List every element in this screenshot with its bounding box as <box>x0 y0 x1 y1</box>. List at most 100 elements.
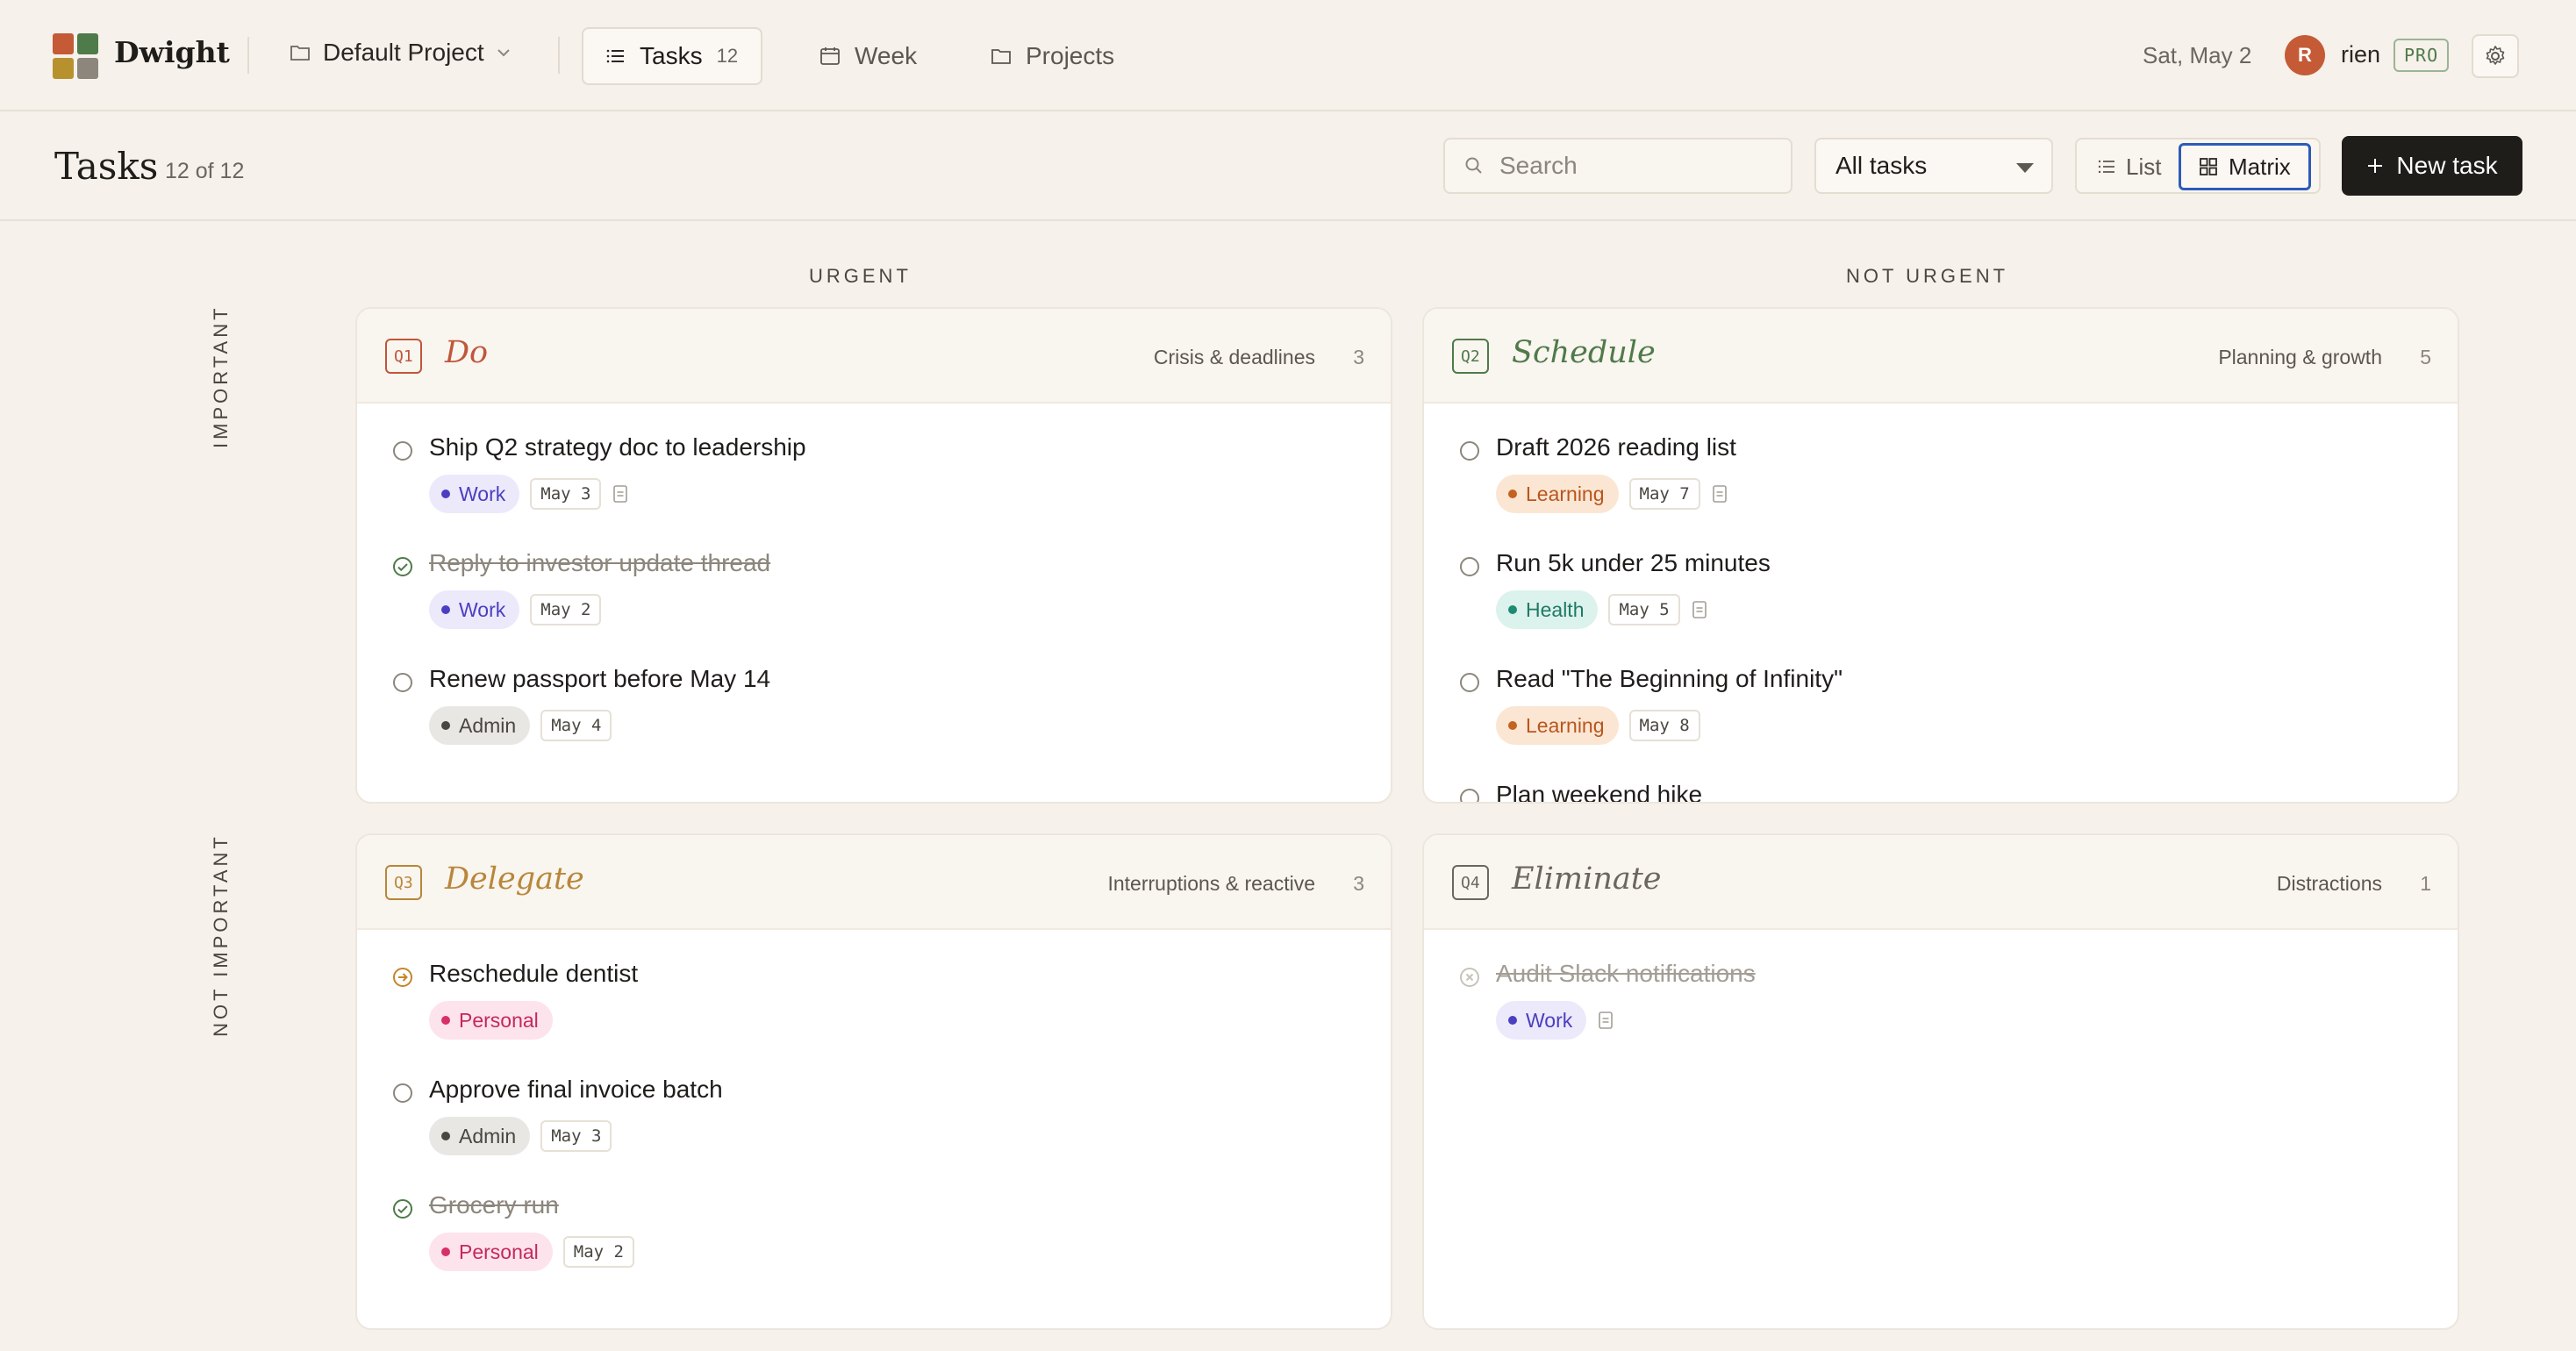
current-date: Sat, May 2 <box>2143 42 2252 68</box>
tag-label: Health <box>1526 597 1585 621</box>
quadrant-title: Eliminate <box>1512 861 1662 897</box>
view-matrix-button[interactable]: Matrix <box>2179 143 2311 190</box>
task-item[interactable]: Audit Slack notifications Work <box>1424 930 2458 1046</box>
x-circle-icon[interactable] <box>1459 967 1480 988</box>
task-item[interactable]: Draft 2026 reading list Learning May 7 <box>1424 404 2458 519</box>
app-logo[interactable] <box>53 33 98 79</box>
tag-dot-icon <box>1508 721 1517 730</box>
tag-label: Work <box>1526 1008 1573 1032</box>
tag-dot-icon <box>441 605 450 614</box>
task-title[interactable]: Draft 2026 reading list <box>1496 433 1736 461</box>
avatar[interactable]: R <box>2285 35 2325 75</box>
task-count: 12 of 12 <box>165 159 245 183</box>
task-item[interactable]: Reschedule dentist Personal <box>357 930 1391 1046</box>
tab-week[interactable]: Week <box>797 27 940 85</box>
tag-dot-icon <box>1508 490 1517 498</box>
tag-dot-icon <box>441 490 450 498</box>
checkbox-circle-icon[interactable] <box>1459 788 1480 804</box>
task-item[interactable]: Read "The Beginning of Infinity" Learning… <box>1424 635 2458 751</box>
tag-dot-icon <box>1508 1016 1517 1025</box>
user-name[interactable]: rien <box>2341 41 2380 68</box>
filter-select[interactable]: All tasks <box>1814 138 2053 194</box>
task-title[interactable]: Ship Q2 strategy doc to leadership <box>429 433 806 461</box>
task-title[interactable]: Audit Slack notifications <box>1496 960 1756 988</box>
search-input[interactable] <box>1499 152 1780 180</box>
check-circle-icon[interactable] <box>392 1198 413 1219</box>
quadrant-subtitle: Crisis & deadlines <box>1153 346 1315 368</box>
new-task-button[interactable]: New task <box>2342 136 2522 196</box>
tag-dot-icon <box>441 721 450 730</box>
quadrant-title: Delegate <box>445 861 584 897</box>
note-icon <box>1712 485 1727 503</box>
search-box[interactable] <box>1443 138 1792 194</box>
task-title[interactable]: Approve final invoice batch <box>429 1076 723 1104</box>
quadrant-count: 3 <box>1353 872 1364 895</box>
top-bar: Dwight Default Project Tasks 12 Week Pro… <box>0 0 2576 111</box>
quadrant-header: Q2 Schedule Planning & growth 5 <box>1424 309 2458 404</box>
view-matrix-label: Matrix <box>2229 153 2291 180</box>
quadrant-delegate: Q3 Delegate Interruptions & reactive 3 Resch… <box>355 833 1392 1330</box>
tab-tasks[interactable]: Tasks 12 <box>582 27 763 85</box>
note-icon <box>1692 601 1707 618</box>
view-list-label: List <box>2126 153 2162 180</box>
quadrant-badge: Q2 <box>1452 339 1489 374</box>
project-selector[interactable]: Default Project <box>290 39 511 67</box>
due-date: May 3 <box>530 478 602 510</box>
tag-badge[interactable]: Work <box>1496 1001 1587 1040</box>
task-title[interactable]: Grocery run <box>429 1191 559 1219</box>
task-meta: Admin May 4 <box>429 705 612 746</box>
task-meta: Admin May 3 <box>429 1116 612 1156</box>
checkbox-circle-icon[interactable] <box>1459 440 1480 461</box>
task-item[interactable]: Reply to investor update thread Work May 2 <box>357 519 1391 635</box>
plus-icon <box>2368 159 2383 173</box>
tag-label: Admin <box>459 713 517 737</box>
task-title[interactable]: Reschedule dentist <box>429 960 638 988</box>
page-header: Tasks 12 of 12 All tasks List Matrix New… <box>0 111 2576 221</box>
divider <box>558 37 560 74</box>
tag-badge[interactable]: Work <box>429 590 520 629</box>
task-title[interactable]: Run 5k under 25 minutes <box>1496 549 1771 577</box>
view-list-button[interactable]: List <box>2080 143 2179 190</box>
quadrant-count: 5 <box>2420 346 2431 368</box>
checkbox-circle-icon[interactable] <box>392 1083 413 1104</box>
due-date: May 5 <box>1608 594 1680 625</box>
plan-badge: PRO <box>2394 39 2450 72</box>
tag-label: Learning <box>1526 482 1605 505</box>
checkbox-circle-icon[interactable] <box>1459 556 1480 577</box>
checkbox-circle-icon[interactable] <box>392 440 413 461</box>
gear-icon <box>2486 46 2505 65</box>
task-item[interactable]: Plan weekend hike <box>1424 751 2458 804</box>
tag-badge[interactable]: Learning <box>1496 706 1619 745</box>
quadrant-subtitle: Interruptions & reactive <box>1107 872 1315 895</box>
tag-label: Personal <box>459 1240 539 1263</box>
task-item[interactable]: Grocery run Personal May 2 <box>357 1162 1391 1277</box>
checkbox-circle-icon[interactable] <box>1459 672 1480 693</box>
quadrant-count: 1 <box>2420 872 2431 895</box>
divider <box>247 37 249 74</box>
quadrant-title: Schedule <box>1512 335 1656 370</box>
quadrant-do: Q1 Do Crisis & deadlines 3 Ship Q2 strategy … <box>355 307 1392 804</box>
tag-badge[interactable]: Learning <box>1496 475 1619 513</box>
task-item[interactable]: Ship Q2 strategy doc to leadership Work Ma… <box>357 404 1391 519</box>
task-title[interactable]: Plan weekend hike <box>1496 781 1702 802</box>
task-title[interactable]: Read "The Beginning of Infinity" <box>1496 665 1843 693</box>
checkbox-circle-icon[interactable] <box>392 672 413 693</box>
arrow-circle-icon[interactable] <box>392 967 413 988</box>
tag-badge[interactable]: Admin <box>429 706 531 745</box>
tag-badge[interactable]: Personal <box>429 1001 553 1040</box>
task-item[interactable]: Approve final invoice batch Admin May 3 <box>357 1046 1391 1162</box>
settings-button[interactable] <box>2472 34 2519 78</box>
task-title[interactable]: Reply to investor update thread <box>429 549 770 577</box>
tag-badge[interactable]: Work <box>429 475 520 513</box>
tag-badge[interactable]: Admin <box>429 1117 531 1155</box>
tag-badge[interactable]: Personal <box>429 1233 553 1271</box>
task-item[interactable]: Run 5k under 25 minutes Health May 5 <box>1424 519 2458 635</box>
task-item[interactable]: Renew passport before May 14 Admin May 4 <box>357 635 1391 751</box>
tab-projects[interactable]: Projects <box>968 27 1137 85</box>
check-circle-icon[interactable] <box>392 556 413 577</box>
tag-badge[interactable]: Health <box>1496 590 1599 629</box>
page-title: Tasks <box>54 145 159 188</box>
grid-icon <box>2200 158 2217 175</box>
task-title[interactable]: Renew passport before May 14 <box>429 665 770 693</box>
project-name: Default Project <box>323 39 484 66</box>
